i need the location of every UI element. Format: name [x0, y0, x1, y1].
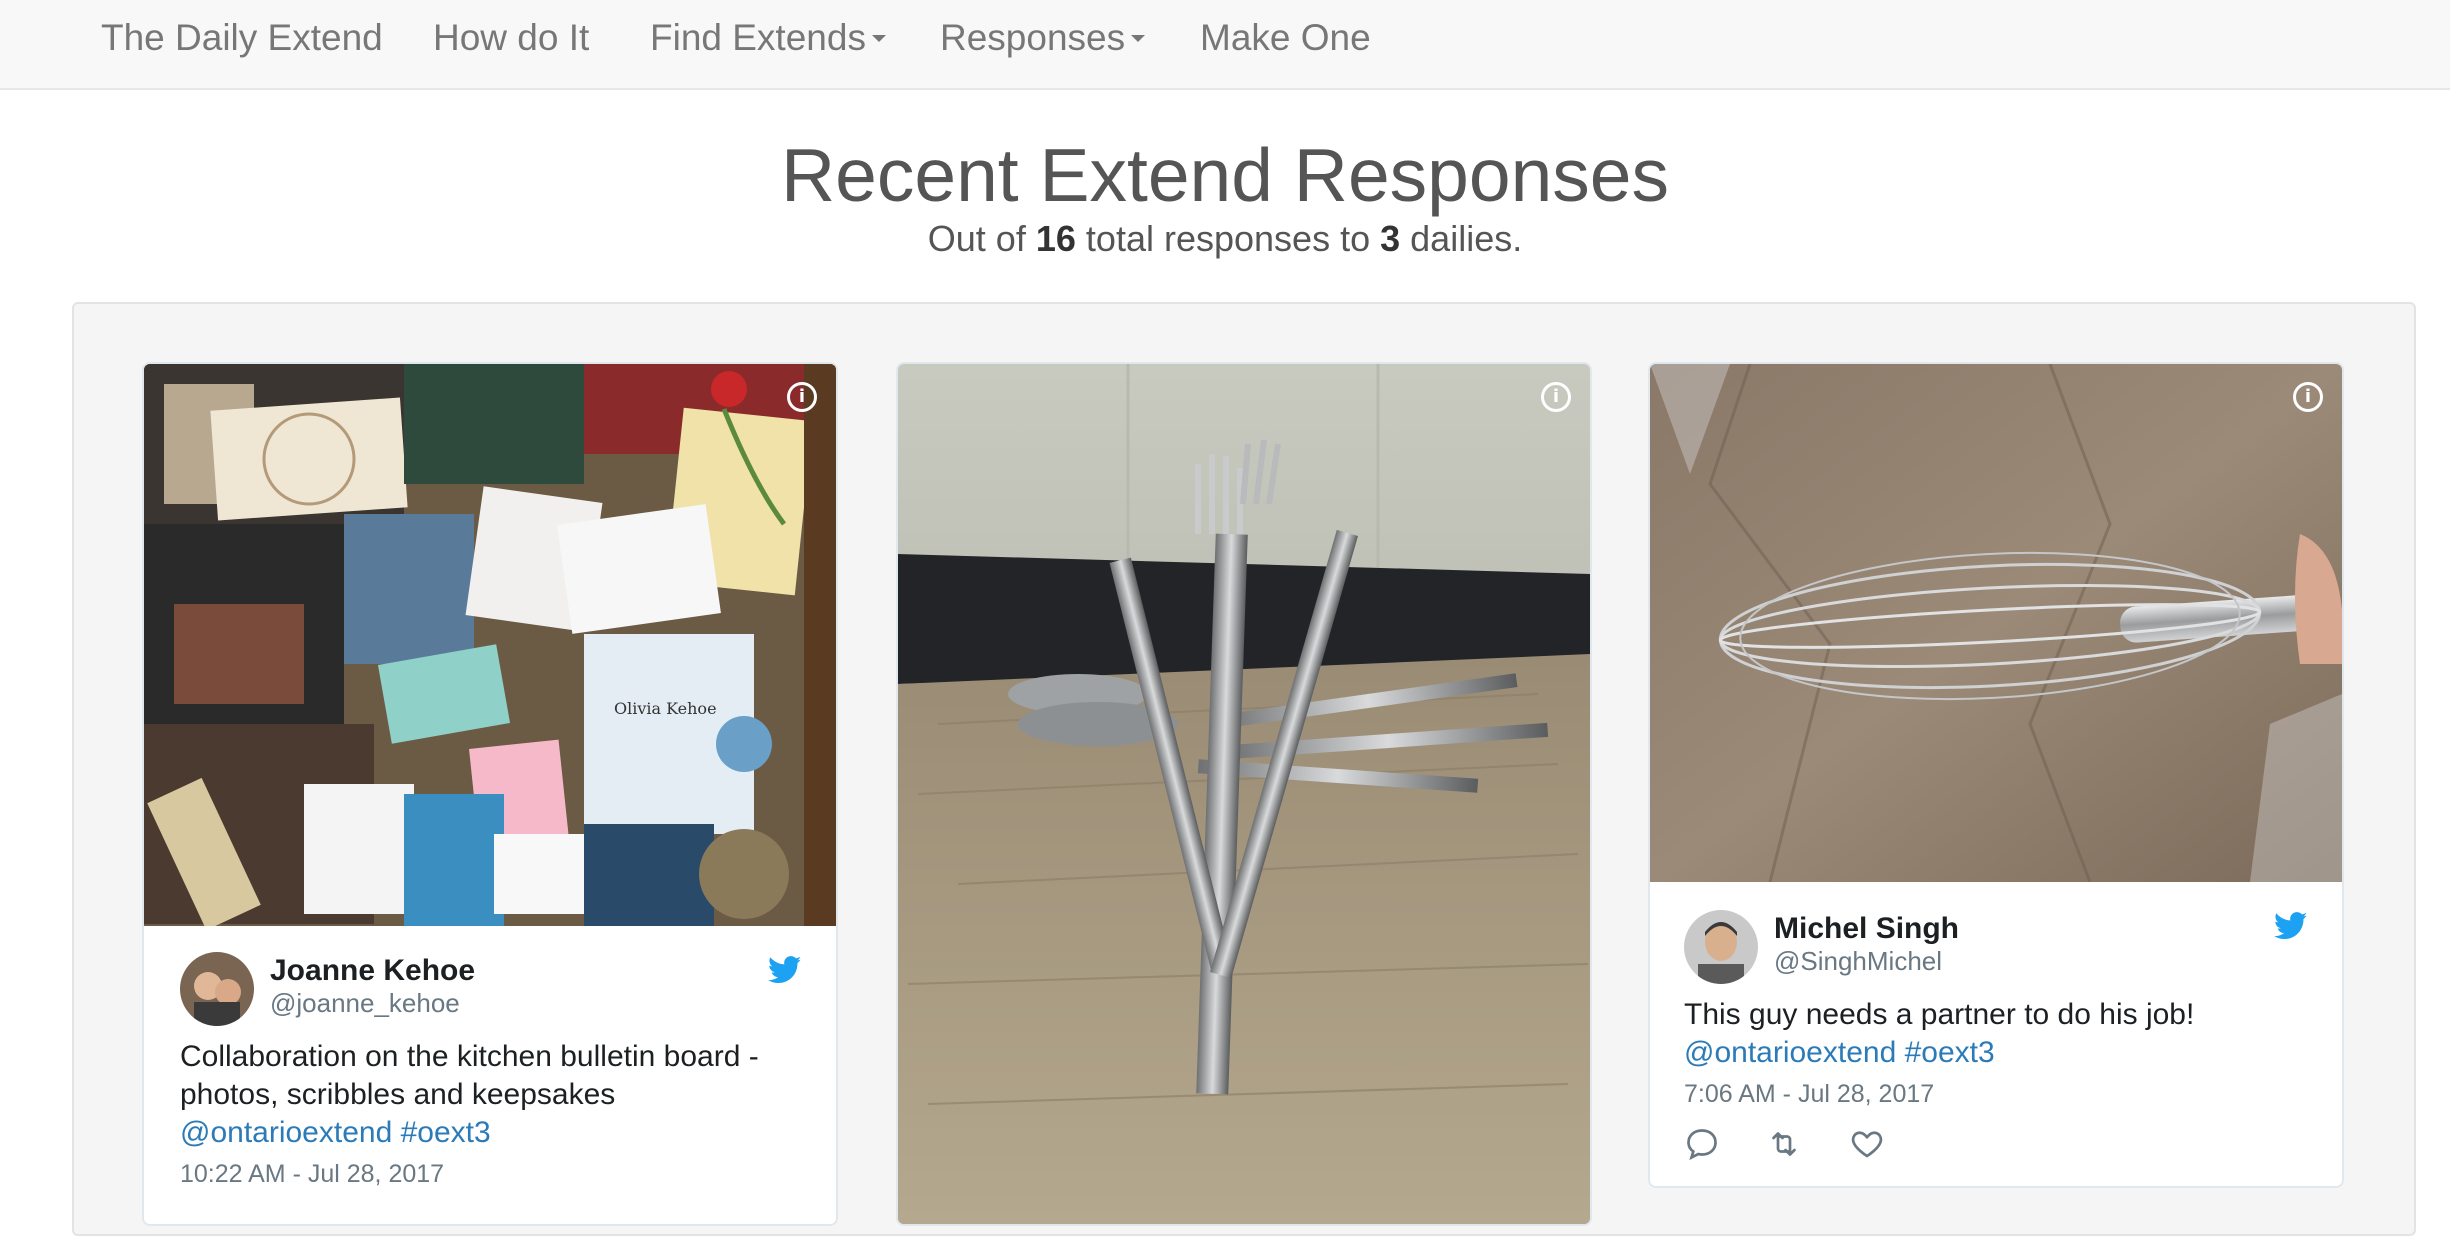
tweet-actions [1684, 1126, 1927, 1167]
author-name[interactable]: Michel Singh [1774, 912, 1959, 946]
author-handle[interactable]: @joanne_kehoe [270, 988, 460, 1019]
nav-how-do-it[interactable]: How do It [433, 0, 589, 76]
subtitle-middle: total responses to [1085, 218, 1371, 259]
nav-daily-extend[interactable]: The Daily Extend [101, 0, 383, 76]
total-responses-count: 16 [1035, 218, 1076, 259]
nav-responses-dropdown[interactable]: Responses [940, 0, 1146, 76]
bulletin-board-photo: Olivia Kehoe [144, 364, 836, 926]
retweet-icon[interactable] [1766, 1126, 1802, 1162]
forks-photo [898, 364, 1590, 1224]
tweet-card: i [896, 362, 1592, 1226]
reply-icon[interactable] [1684, 1126, 1720, 1162]
info-icon[interactable]: i [787, 382, 817, 412]
info-icon[interactable]: i [1541, 382, 1571, 412]
tweet-card: i Michel Singh @SinghMichel This guy nee… [1648, 362, 2344, 1188]
nav-make-one-label: Make One [1200, 17, 1371, 58]
tweet-text: This guy needs a partner to do his job! … [1684, 996, 2304, 1072]
tweet-card: Olivia Kehoe i Joanne Kehoe @joanne_keho… [142, 362, 838, 1226]
caret-down-icon [1131, 34, 1146, 42]
subtitle-suffix: dailies. [1410, 218, 1523, 259]
twitter-bird-icon[interactable] [2274, 912, 2308, 940]
caret-down-icon [871, 34, 886, 42]
nav-daily-extend-label: The Daily Extend [101, 17, 383, 58]
nav-responses-label: Responses [940, 17, 1126, 58]
tweet-text: Collaboration on the kitchen bulletin bo… [180, 1038, 800, 1152]
mention-link[interactable]: @ontarioextend [180, 1116, 392, 1149]
svg-text:Olivia Kehoe: Olivia Kehoe [614, 699, 717, 718]
top-navbar: The Daily Extend How do It Find Extends … [0, 0, 2450, 90]
whisk-photo [1650, 364, 2342, 882]
tweet-timestamp[interactable]: 10:22 AM - Jul 28, 2017 [180, 1160, 444, 1189]
tweet-timestamp[interactable]: 7:06 AM - Jul 28, 2017 [1684, 1080, 1934, 1109]
nav-how-do-it-label: How do It [433, 17, 590, 58]
info-icon[interactable]: i [2293, 382, 2323, 412]
hashtag-link[interactable]: #oext3 [401, 1116, 491, 1149]
author-avatar-image [1684, 910, 1758, 984]
tweet-photo[interactable]: Olivia Kehoe i [144, 364, 836, 926]
page-subtitle: Out of 16 total responses to 3 dailies. [0, 216, 2450, 262]
dailies-count: 3 [1380, 218, 1401, 259]
tweet-body: This guy needs a partner to do his job! [1684, 998, 2195, 1031]
avatar[interactable] [180, 952, 254, 1026]
twitter-bird-icon[interactable] [768, 956, 802, 984]
author-name[interactable]: Joanne Kehoe [270, 954, 475, 988]
author-handle[interactable]: @SinghMichel [1774, 946, 1942, 977]
hashtag-link[interactable]: #oext3 [1905, 1036, 1995, 1069]
subtitle-prefix: Out of [927, 218, 1026, 259]
author-avatar-image [180, 952, 254, 1026]
avatar[interactable] [1684, 910, 1758, 984]
nav-make-one[interactable]: Make One [1200, 0, 1371, 76]
tweet-body: Collaboration on the kitchen bulletin bo… [180, 1040, 759, 1111]
mention-link[interactable]: @ontarioextend [1684, 1036, 1896, 1069]
tweet-photo[interactable]: i [1650, 364, 2342, 882]
tweet-photo[interactable]: i [898, 364, 1590, 1224]
like-icon[interactable] [1849, 1126, 1885, 1162]
nav-find-extends-label: Find Extends [650, 17, 866, 58]
nav-find-extends-dropdown[interactable]: Find Extends [650, 0, 886, 76]
page-title: Recent Extend Responses [780, 133, 1670, 217]
